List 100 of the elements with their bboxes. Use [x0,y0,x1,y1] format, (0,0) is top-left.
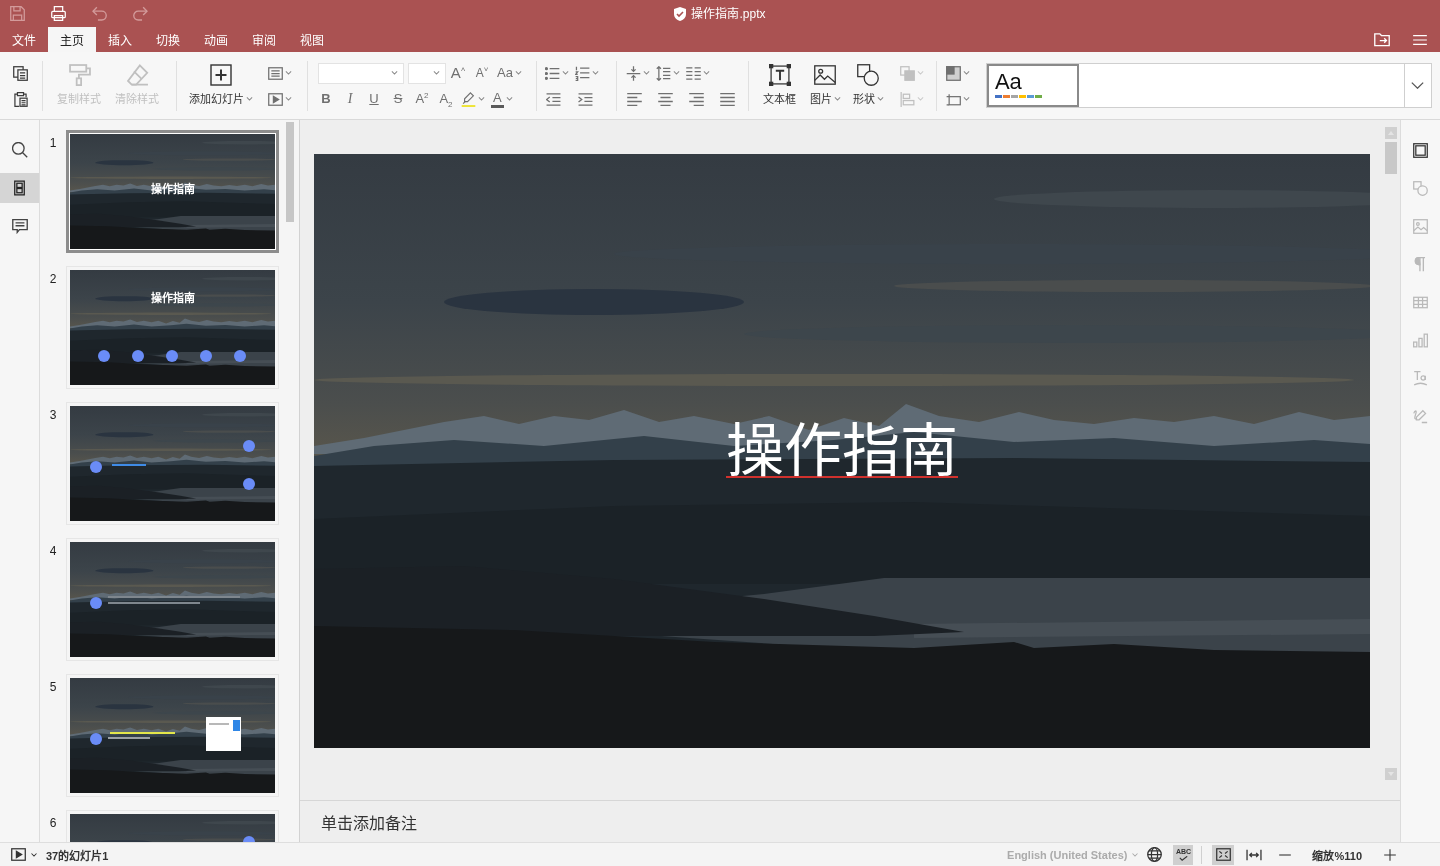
highlighter-icon [461,91,476,107]
text-art-icon [1413,370,1428,386]
superscript-button[interactable]: A$^{2}$ [410,88,434,110]
shield-check-icon [674,6,687,21]
zoom-level: 缩放%110 [1312,848,1362,863]
menu-tab[interactable]: 动画 [192,27,240,52]
shapes-icon [857,64,880,86]
caret-icon [962,97,970,101]
theme-gallery[interactable]: Aa [985,63,1405,108]
slide-thumbnail[interactable]: 操作指南 [66,130,279,253]
print-button[interactable] [51,6,66,21]
play-icon [268,91,283,107]
save-icon [10,6,25,21]
thumbnail-title: 操作指南 [149,183,196,197]
play-icon [11,848,26,861]
scrollbar-thumb[interactable] [286,122,294,222]
bold-button[interactable]: B [314,88,338,110]
menu-tab[interactable]: 审阅 [240,27,288,52]
eraser-icon [127,64,149,86]
picture-icon [814,64,837,86]
scrollbar-thumb[interactable] [1385,142,1397,174]
caret-icon [478,97,485,101]
picture-button[interactable]: 图片 [803,61,847,106]
decrease-indent-icon [546,91,562,107]
font-size-field[interactable] [408,62,446,84]
align-objects-icon [899,91,915,107]
menu-tab[interactable]: 主页 [48,27,96,52]
clipboard-icon [12,91,28,107]
text-placeholder-line [110,732,175,734]
text-box-button[interactable]: 文本框 [756,61,804,106]
menu-tab[interactable]: 视图 [288,27,336,52]
italic-button[interactable]: I [338,88,362,110]
menu-tab[interactable]: 文件 [0,27,48,52]
increase-indent-icon [578,91,594,107]
caret-icon [505,97,513,101]
image-settings-icon [1413,218,1428,234]
open-folder-button[interactable] [1374,32,1390,47]
align-center-icon [658,91,674,107]
minus-icon [1279,853,1292,856]
slide-settings-icon [1413,142,1428,158]
table-icon [1413,294,1428,310]
line-spacing-icon [655,65,671,81]
slide-title: 操作指南 [726,416,958,486]
slide-thumbnail[interactable]: 操作指南 [66,266,279,389]
thumbnail-title: 操作指南 [149,292,196,306]
slides-panel-icon [14,180,25,196]
shape-settings-icon [1413,180,1428,196]
chevron-down-icon [1411,82,1425,89]
caret-icon [433,71,440,75]
slide-number: 1 [48,135,58,150]
fit-slide-icon [1215,848,1231,861]
columns-icon [685,65,701,81]
copy-icon [12,65,28,81]
slide-number: 4 [48,543,58,558]
slides-panel-button[interactable] [0,173,39,203]
check-icon [1178,856,1188,861]
strikethrough-button[interactable]: S [386,88,410,110]
text-box-icon [769,64,792,86]
numbered-list-icon [574,65,590,81]
slide-number: 5 [48,679,58,694]
theme-thumbnail[interactable]: Aa [986,64,1079,107]
shrink-font-button[interactable]: A$^{˅}$ [470,62,494,84]
caret-icon [561,71,569,75]
font-name-field[interactable] [318,62,404,84]
caret-icon [514,71,522,75]
folder-icon [1374,32,1390,47]
caret-icon [876,97,884,101]
caret-icon [833,97,841,101]
add-slide-button[interactable]: 添加幻灯片 [183,61,259,106]
slideshow-menu-button[interactable] [11,848,37,861]
text-placeholder-line [108,737,150,739]
caret-icon [31,852,37,857]
caret-icon [962,71,970,75]
slide-counter: 37的幻灯片1 [46,848,109,863]
inset-screenshot-drawing [206,717,241,751]
plus-square-icon [210,64,232,86]
justify-icon [720,91,736,107]
print-icon [51,6,66,21]
background-icon [945,65,961,81]
menu-tab[interactable]: 切换 [144,27,192,52]
caret-icon [591,71,599,75]
grow-font-button[interactable]: A$^{˄}$ [446,62,470,84]
slide-number: 2 [48,271,58,286]
change-case-button[interactable]: Aa [494,62,525,84]
caret-icon [672,71,680,75]
menu-button[interactable] [1413,34,1427,45]
bulleted-list-icon [544,65,560,81]
signature-pen-icon [1413,408,1428,424]
menu-tab[interactable]: 插入 [96,27,144,52]
shape-button[interactable]: 形状 [846,61,890,106]
search-icon [11,142,28,158]
slide-number: 6 [48,815,58,830]
font-color-button[interactable]: A [488,88,516,110]
subscript-button[interactable]: A$_{2}$ [434,88,458,110]
caret-icon [285,71,292,75]
fit-to-slide-button[interactable] [1212,844,1235,865]
underline-button[interactable]: U [362,88,386,110]
redo-icon [133,6,148,21]
caret-icon [702,71,710,75]
caret-icon [1132,852,1139,857]
